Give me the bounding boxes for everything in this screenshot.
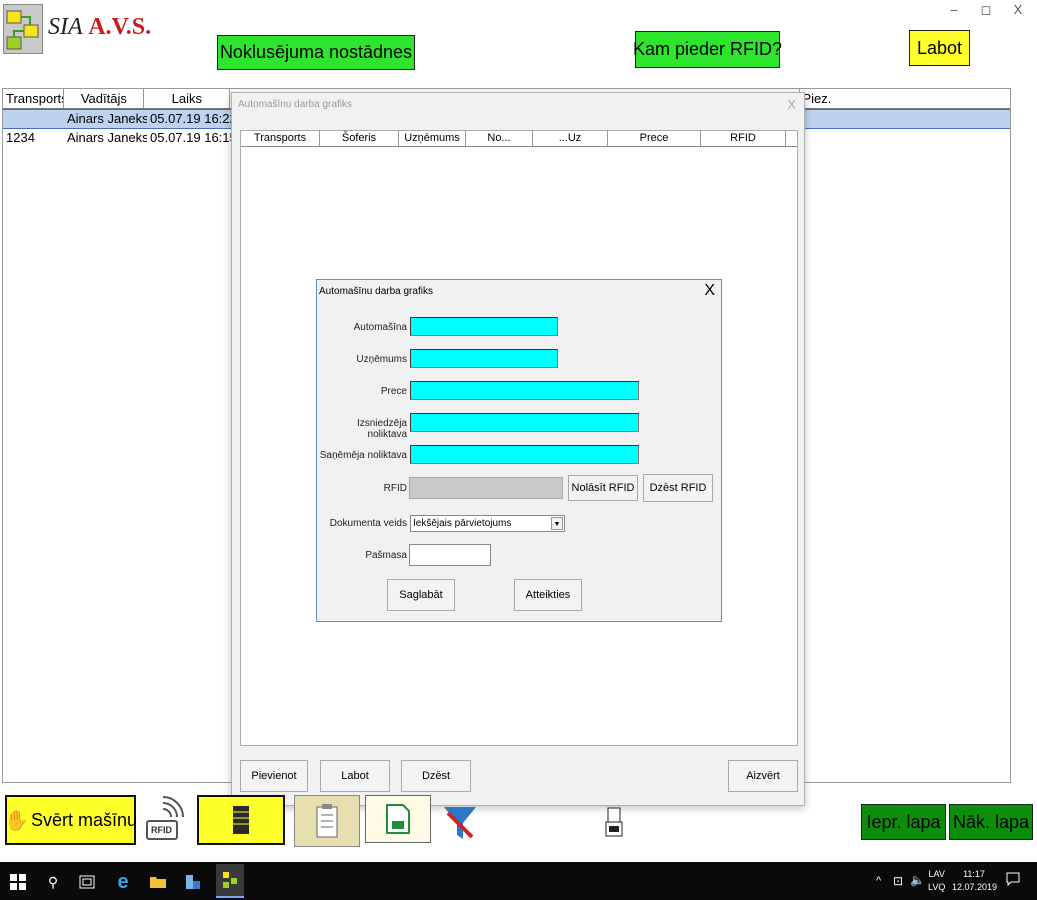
col-from[interactable]: No... [466, 131, 533, 146]
edge-browser-icon[interactable]: e [113, 871, 133, 893]
save-button[interactable]: Saglabāt [387, 579, 455, 611]
schedule-window-title: Automašīnu darba grafiks [238, 99, 352, 110]
goods-label: Prece [380, 386, 407, 397]
app-pinned-icon[interactable] [183, 872, 203, 892]
receiver-warehouse-input[interactable] [410, 445, 639, 464]
tare-label: Pašmasa [365, 550, 407, 561]
document-stack-icon [233, 806, 249, 834]
col-driver[interactable]: Šoferis [320, 131, 399, 146]
rfid-label: RFID [383, 483, 407, 494]
excel-icon [386, 804, 410, 834]
col-driver[interactable]: Vadītājs [64, 89, 145, 108]
company-logo-text: SIA A.V.S. [48, 14, 151, 41]
clock[interactable]: 11:17 12.07.2019 [952, 868, 998, 894]
read-rfid-button[interactable]: Nolāsīt RFID [568, 475, 638, 501]
col-rfid[interactable]: RFID [701, 131, 786, 146]
schedule-toolbar-button[interactable] [197, 795, 285, 845]
cell-transport: 1234 [6, 130, 35, 145]
edit-button[interactable]: Labot [320, 760, 390, 792]
cell-driver: Ainars Janeks [67, 130, 147, 145]
goods-input[interactable] [410, 381, 639, 400]
cell-transport [3, 110, 64, 128]
logo-name: A.V.S. [88, 14, 152, 40]
rfid-icon-label: RFID [151, 825, 172, 835]
col-transport[interactable]: Transports [3, 89, 65, 108]
minimize-button[interactable]: – [944, 2, 964, 17]
col-goods[interactable]: Prece [608, 131, 701, 146]
notification-icon[interactable] [1006, 872, 1020, 891]
excel-export-button[interactable] [365, 795, 431, 843]
add-button[interactable]: Pievienot [240, 760, 308, 792]
windows-taskbar: ⚲ e ^ ⊡ 🔈 LAV LVQ 11:17 12.07.2019 [0, 862, 1037, 900]
clock-time: 11:17 [963, 869, 985, 879]
issuer-warehouse-input[interactable] [410, 413, 639, 432]
close-window-button[interactable]: X [1008, 2, 1028, 17]
app-logo [3, 4, 43, 54]
issuer-warehouse-label: Izsniedzēja noliktava [356, 418, 407, 440]
cell-driver: Ainars Janeks [67, 111, 147, 126]
scale-device-icon [604, 806, 624, 838]
task-view-icon[interactable] [77, 872, 97, 892]
col-notes[interactable]: Piez. [800, 89, 1011, 108]
company-label: Uzņēmums [356, 354, 407, 365]
keyboard-language[interactable]: LAV LVQ [928, 868, 945, 894]
lang-top: LAV [928, 869, 945, 879]
company-input[interactable] [410, 349, 558, 368]
receiver-warehouse-label: Saņēmēja noliktava [319, 450, 407, 461]
report-toolbar-button[interactable] [294, 795, 360, 847]
network-icon[interactable]: ⊡ [893, 874, 903, 888]
edit-top-button[interactable]: Labot [909, 30, 970, 66]
defaults-button[interactable]: Noklusējuma nostādnes [217, 35, 415, 70]
clock-date: 12.07.2019 [952, 882, 998, 892]
rfid-icon[interactable]: RFID [145, 795, 187, 845]
close-button[interactable]: Aizvērt [728, 760, 798, 792]
col-time[interactable]: Laiks [144, 89, 231, 108]
schedule-edit-dialog: Automašīnu darba grafiks X Automašīna Uz… [316, 279, 722, 622]
col-company[interactable]: Uzņēmums [399, 131, 466, 146]
delete-rfid-button[interactable]: Dzēst RFID [643, 474, 713, 502]
tare-input[interactable] [409, 544, 491, 566]
windows-start-icon[interactable] [8, 872, 28, 892]
delete-button[interactable]: Dzēst [401, 760, 471, 792]
rfid-owner-button[interactable]: Kam pieder RFID? [633, 31, 782, 68]
clipboard-icon [316, 804, 338, 838]
doc-type-select[interactable]: Iekšējais pārvietojums ▼ [410, 515, 565, 532]
cell-time: 05.07.19 16:22 [150, 111, 236, 126]
rfid-input[interactable] [409, 477, 563, 499]
weigh-car-button[interactable]: ✋ Svērt mašīnu [4, 795, 137, 845]
hand-icon: ✋ [4, 809, 29, 832]
restore-button[interactable]: ◻ [976, 2, 996, 18]
dialog-close-icon[interactable]: X [704, 282, 715, 300]
file-explorer-icon[interactable] [148, 872, 168, 892]
tray-chevron-up-icon[interactable]: ^ [876, 875, 881, 887]
schedule-list-header: Transports Šoferis Uzņēmums No... ...Uz … [241, 131, 797, 147]
lang-bottom: LVQ [928, 882, 946, 892]
search-icon[interactable]: ⚲ [43, 872, 63, 892]
filter-icon[interactable] [440, 803, 480, 843]
col-to[interactable]: ...Uz [533, 131, 608, 146]
cancel-button[interactable]: Atteikties [514, 579, 582, 611]
car-input[interactable] [410, 317, 558, 336]
dialog-title: Automašīnu darba grafiks [319, 286, 433, 297]
schedule-window-close-icon[interactable]: X [787, 97, 796, 112]
cell-time: 05.07.19 16:15 [150, 130, 236, 145]
doc-type-label: Dokumenta veids [329, 518, 407, 529]
prev-page-button[interactable]: Iepr. lapa [861, 804, 946, 840]
chevron-down-icon[interactable]: ▼ [551, 517, 563, 530]
car-label: Automašīna [353, 322, 407, 333]
logo-prefix: SIA [48, 14, 83, 40]
col-transport[interactable]: Transports [241, 131, 320, 146]
avs-app-taskbar-icon[interactable] [216, 864, 244, 898]
weigh-car-label: Svērt mašīnu [30, 809, 137, 830]
doc-type-value: Iekšējais pārvietojums [413, 518, 512, 529]
volume-icon[interactable]: 🔈 [910, 873, 925, 887]
next-page-button[interactable]: Nāk. lapa [949, 804, 1033, 840]
